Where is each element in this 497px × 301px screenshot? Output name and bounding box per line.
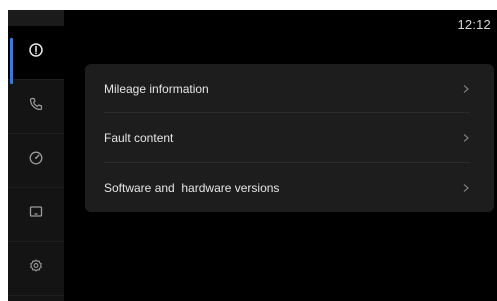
- sidebar-item-settings[interactable]: [8, 242, 64, 296]
- chevron-right-icon: [463, 133, 469, 142]
- info-icon: [28, 42, 44, 63]
- gear-icon: [28, 258, 44, 279]
- menu-item-label: Fault content: [104, 130, 174, 145]
- screen-icon: [28, 204, 44, 225]
- menu-item-label: Mileage information: [104, 81, 209, 96]
- menu-item-software-hardware-versions[interactable]: Software and hardware versions: [85, 163, 494, 212]
- sidebar-item-gauge[interactable]: [8, 134, 64, 188]
- vehicle-display: 12:12 Mileage information Fault content …: [8, 10, 497, 301]
- chevron-right-icon: [463, 183, 469, 192]
- sidebar-item-info[interactable]: [8, 26, 64, 84]
- menu-panel: Mileage information Fault content Softwa…: [85, 64, 494, 212]
- gauge-icon: [28, 150, 44, 171]
- sidebar-item-screen[interactable]: [8, 188, 64, 242]
- status-clock: 12:12: [457, 17, 491, 32]
- phone-icon: [28, 96, 44, 117]
- sidebar-item-phone[interactable]: [8, 80, 64, 134]
- menu-item-mileage-information[interactable]: Mileage information: [85, 64, 494, 113]
- menu-item-label: Software and hardware versions: [104, 180, 280, 195]
- sidebar-top-cap: [8, 10, 64, 26]
- active-indicator: [10, 38, 13, 84]
- sidebar: [8, 10, 64, 301]
- screen-frame: 12:12 Mileage information Fault content …: [0, 0, 497, 301]
- chevron-right-icon: [463, 84, 469, 93]
- menu-item-fault-content[interactable]: Fault content: [85, 113, 494, 162]
